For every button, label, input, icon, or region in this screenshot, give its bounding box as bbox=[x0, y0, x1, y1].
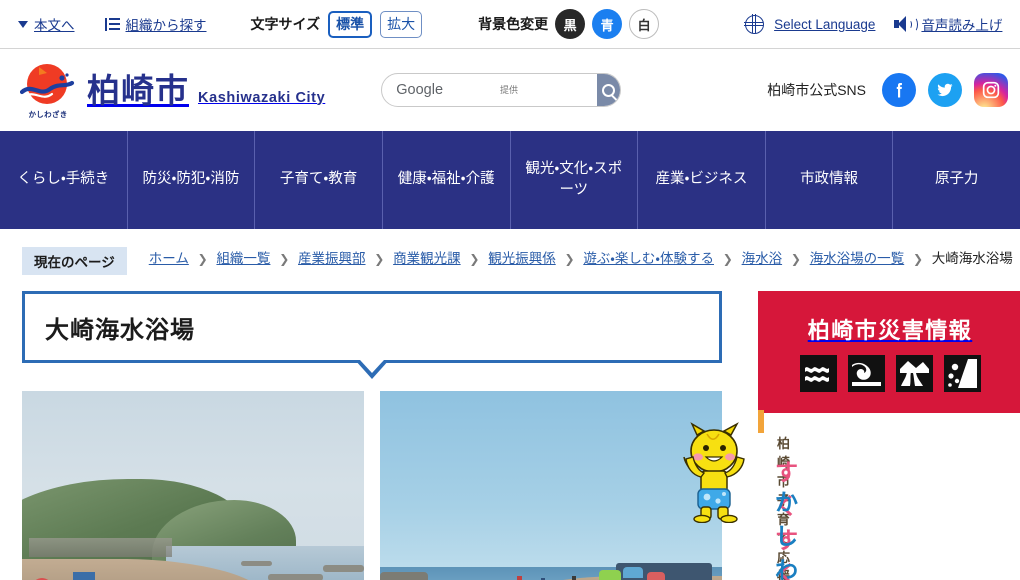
page-title: 大崎海水浴場 bbox=[45, 316, 195, 344]
breadcrumb-separator: ❯ bbox=[279, 252, 290, 266]
sidebar: 柏崎市災害情報 bbox=[683, 291, 1020, 580]
skip-to-content-link[interactable]: 本文へ bbox=[18, 14, 75, 34]
site-logo-link[interactable]: かしわざき 柏崎市 Kashiwazaki City bbox=[19, 61, 326, 119]
breadcrumb-badge: 現在のページ bbox=[22, 247, 127, 275]
select-language-link[interactable]: Select Language bbox=[744, 13, 876, 34]
speech-readout-link[interactable]: 音声読み上げ bbox=[894, 14, 1002, 34]
breadcrumb-item-home[interactable]: ホーム bbox=[149, 251, 189, 266]
breadcrumb-item-org-list[interactable]: 組織一覧 bbox=[216, 251, 270, 266]
instagram-icon[interactable] bbox=[974, 73, 1008, 107]
breadcrumb-separator: ❯ bbox=[790, 252, 801, 266]
sns-label: 柏崎市公式SNS bbox=[767, 82, 866, 98]
page-title-box: 大崎海水浴場 bbox=[22, 291, 722, 379]
text-size-standard-button[interactable]: 標準 bbox=[328, 10, 373, 38]
site-search[interactable]: 提供 bbox=[381, 73, 622, 107]
speaker-icon bbox=[894, 15, 918, 33]
landslide-icon bbox=[895, 354, 933, 392]
facebook-icon[interactable] bbox=[882, 73, 916, 107]
beach-photo-coastline[interactable] bbox=[22, 391, 364, 580]
text-size-large-button[interactable]: 拡大 bbox=[380, 10, 423, 38]
list-icon bbox=[104, 17, 120, 31]
kashiwazaki-crest-icon: かしわざき bbox=[19, 61, 76, 119]
nav-item-bosai[interactable]: 防災・防犯・消防 bbox=[128, 131, 256, 229]
nav-item-genshiryoku[interactable]: 原子力 bbox=[893, 131, 1020, 229]
bgcolor-black-button[interactable]: 黒 bbox=[555, 9, 586, 39]
breadcrumb-item-kaisuiyokujo-list[interactable]: 海水浴場の一覧 bbox=[810, 251, 905, 266]
search-input[interactable] bbox=[382, 74, 598, 106]
logo-text-jp: 柏崎市 bbox=[87, 71, 189, 109]
speech-readout-label: 音声読み上げ bbox=[921, 18, 1003, 33]
banner-disaster-title: 柏崎市災害情報 bbox=[807, 317, 973, 343]
org-search-label: 組織から探す bbox=[125, 18, 207, 33]
org-search-link[interactable]: 組織から探す bbox=[104, 14, 207, 34]
breadcrumb-item-kaisuiyoku[interactable]: 海水浴 bbox=[742, 251, 783, 266]
breadcrumb-item-current: 大崎海水浴場 bbox=[931, 251, 1013, 266]
banner-disaster-info[interactable]: 柏崎市災害情報 bbox=[758, 291, 1020, 413]
nav-item-sangyo[interactable]: 産業・ビジネス bbox=[638, 131, 766, 229]
nav-item-kenko[interactable]: 健康・福祉・介護 bbox=[383, 131, 511, 229]
twitter-icon[interactable] bbox=[928, 73, 962, 107]
search-icon bbox=[602, 83, 616, 97]
nav-item-kurashi[interactable]: くらし・手続き bbox=[0, 131, 128, 229]
bgcolor-label: 背景色変更 bbox=[478, 16, 549, 32]
logo-text-en: Kashiwazaki City bbox=[198, 89, 326, 106]
nav-item-kosodate[interactable]: 子育て・教育 bbox=[255, 131, 383, 229]
title-notch-icon bbox=[355, 360, 389, 379]
breadcrumb-item-kanko-shinkogakari[interactable]: 観光振興係 bbox=[488, 251, 556, 266]
breadcrumb-separator: ❯ bbox=[722, 252, 733, 266]
disaster-pictogram-group bbox=[799, 354, 981, 392]
breadcrumb-separator: ❯ bbox=[564, 252, 575, 266]
bgcolor-blue-button[interactable]: 青 bbox=[592, 9, 623, 39]
breadcrumb-separator: ❯ bbox=[469, 252, 480, 266]
select-language-label: Select Language bbox=[774, 16, 876, 32]
skip-to-content-label: 本文へ bbox=[34, 18, 75, 33]
rockfall-icon bbox=[943, 354, 981, 392]
content-area: 大崎海水浴場 柏崎市災害情報 bbox=[0, 291, 1020, 580]
triangle-down-icon bbox=[18, 20, 28, 28]
flood-icon bbox=[799, 354, 837, 392]
global-navigation: くらし・手続き 防災・防犯・消防 子育て・教育 健康・福祉・介護 観光・文化・ス… bbox=[0, 131, 1020, 229]
breadcrumb-item-asobu[interactable]: 遊ぶ・楽しむ・体験する bbox=[583, 251, 714, 266]
banner-childcare-site[interactable]: 柏崎市子育て応援サイト すくすくネット かしわざき bbox=[683, 410, 798, 580]
breadcrumb-separator: ❯ bbox=[374, 252, 385, 266]
breadcrumb-list: ホーム ❯ 組織一覧 ❯ 産業振興部 ❯ 商業観光課 ❯ 観光振興係 ❯ 遊ぶ・… bbox=[149, 247, 1013, 271]
breadcrumb-separator: ❯ bbox=[912, 252, 924, 266]
breadcrumb-separator: ❯ bbox=[197, 252, 208, 266]
nav-item-kanko[interactable]: 観光・文化・スポーツ bbox=[511, 131, 639, 229]
search-submit-button[interactable] bbox=[597, 74, 621, 106]
nav-item-shisei[interactable]: 市政情報 bbox=[766, 131, 894, 229]
main-column: 大崎海水浴場 bbox=[22, 291, 722, 580]
text-size-label: 文字サイズ bbox=[250, 16, 321, 32]
tsunami-icon bbox=[847, 354, 885, 392]
utility-bar: 本文へ 組織から探す 文字サイズ 標準 拡大 背景色変更 黒 青 白 Selec… bbox=[0, 0, 1020, 49]
breadcrumb-item-sangyo-shinkobu[interactable]: 産業振興部 bbox=[298, 251, 366, 266]
site-header: かしわざき 柏崎市 Kashiwazaki City 提供 柏崎市公式SNS bbox=[0, 49, 1020, 131]
breadcrumb: 現在のページ ホーム ❯ 組織一覧 ❯ 産業振興部 ❯ 商業観光課 ❯ 観光振興… bbox=[0, 229, 1020, 275]
globe-icon bbox=[744, 13, 765, 34]
logo-kana-label: かしわざき bbox=[28, 110, 68, 119]
breadcrumb-item-shogyo-kankoka[interactable]: 商業観光課 bbox=[393, 251, 461, 266]
sns-group: 柏崎市公式SNS bbox=[767, 73, 1008, 107]
bgcolor-white-button[interactable]: 白 bbox=[629, 9, 660, 39]
photo-gallery bbox=[22, 391, 722, 580]
